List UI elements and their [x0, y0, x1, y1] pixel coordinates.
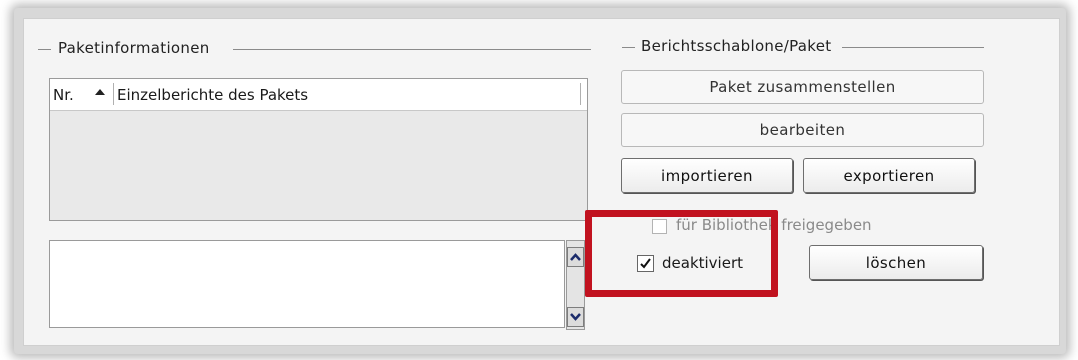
edit-button[interactable]: bearbeiten [621, 113, 984, 147]
group-border [233, 49, 591, 50]
group-border [622, 47, 635, 48]
import-button[interactable]: importieren [621, 158, 793, 193]
chevron-up-icon [570, 253, 581, 261]
column-divider[interactable] [113, 83, 114, 105]
group-border [38, 49, 51, 50]
column-header-nr[interactable]: Nr. [53, 86, 74, 104]
column-divider[interactable] [580, 83, 581, 105]
description-scrollbar[interactable] [566, 240, 585, 330]
template-package-legend: Berichtsschablone/Paket [638, 37, 835, 55]
annotation-highlight-box [585, 210, 778, 297]
description-textarea[interactable] [49, 240, 565, 328]
package-info-legend: Paketinformationen [55, 39, 213, 57]
delete-button[interactable]: löschen [809, 245, 983, 280]
report-list[interactable]: Nr. Einzelberichte des Pakets [49, 78, 588, 221]
scroll-down-button[interactable] [567, 307, 584, 327]
list-header: Nr. Einzelberichte des Pakets [50, 79, 587, 111]
group-border [842, 47, 984, 48]
assemble-package-button[interactable]: Paket zusammenstellen [621, 70, 984, 104]
column-header-reports[interactable]: Einzelberichte des Pakets [117, 86, 308, 104]
chevron-down-icon [570, 313, 581, 321]
sort-ascending-icon [95, 89, 105, 95]
scroll-up-button[interactable] [567, 247, 584, 267]
export-button[interactable]: exportieren [803, 158, 975, 193]
